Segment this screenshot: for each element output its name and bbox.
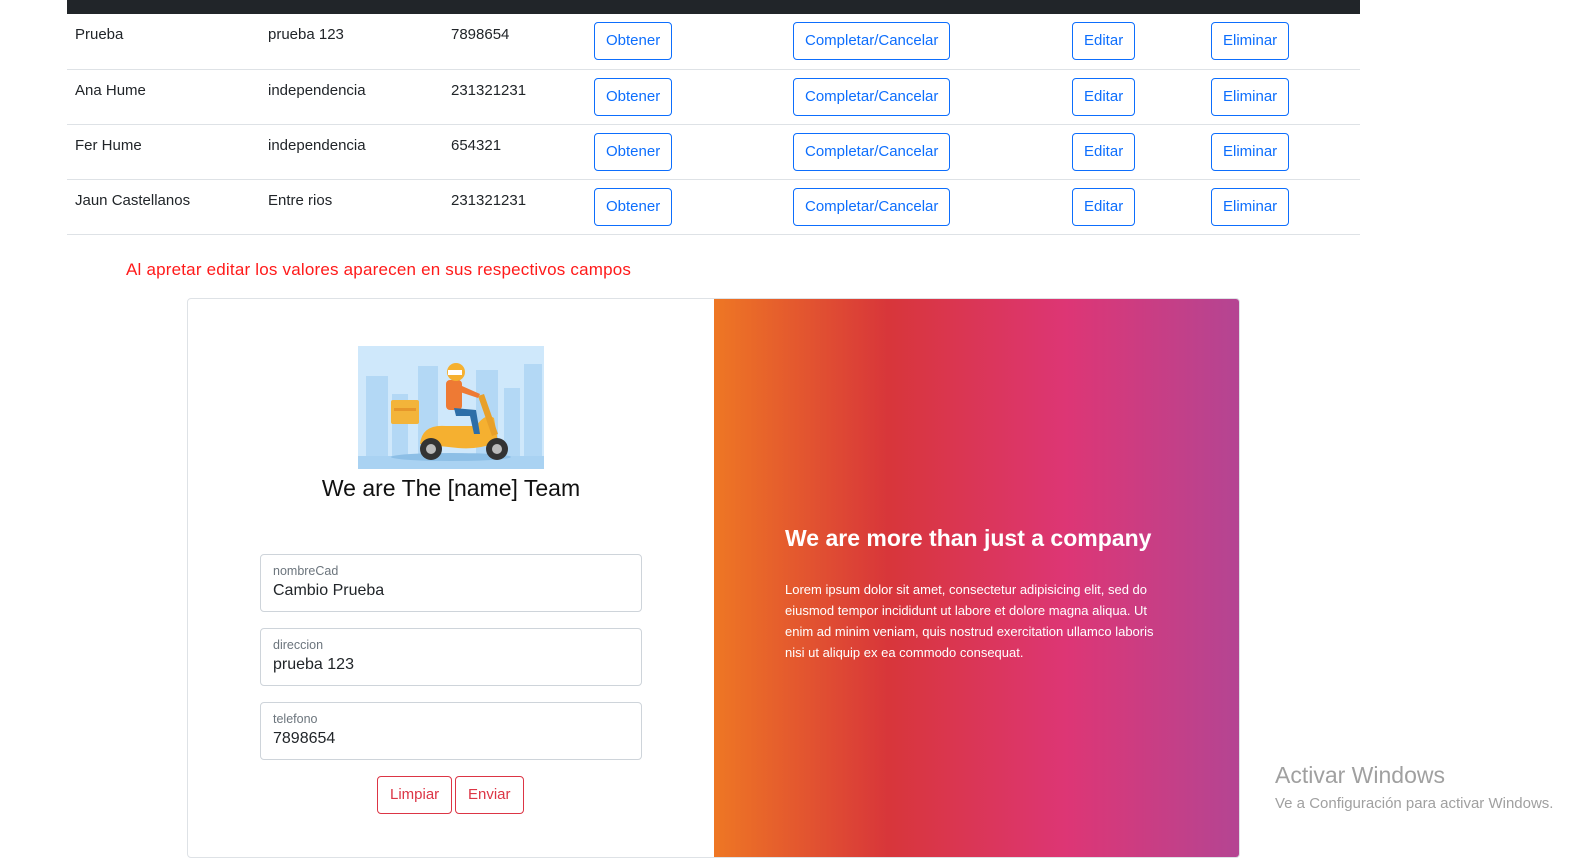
completar-cancelar-button[interactable]: Completar/Cancelar (793, 187, 951, 226)
windows-activation-watermark: Activar Windows Ve a Configuración para … (1275, 762, 1553, 812)
cell-direccion: independencia (268, 124, 451, 180)
editar-button[interactable]: Editar (1072, 132, 1136, 171)
company-description: Lorem ipsum dolor sit amet, consectetur … (785, 582, 1154, 660)
watermark-title: Activar Windows (1275, 762, 1445, 788)
cell-nombre: Jaun Castellanos (67, 179, 268, 235)
completar-cancelar-button[interactable]: Completar/Cancelar (793, 77, 951, 116)
company-heading: We are more than just a company (785, 525, 1152, 551)
cell-telefono: 654321 (451, 124, 594, 180)
edit-hint-note: Al apretar editar los valores aparecen e… (126, 260, 632, 279)
cell-telefono: 231321231 (451, 179, 594, 235)
table-row: Ana Hume independencia 231321231 Obtener… (67, 69, 1360, 125)
direccion-field[interactable]: direccion (260, 628, 642, 686)
cell-telefono: 7898654 (451, 14, 594, 70)
table-row: Jaun Castellanos Entre rios 231321231 Ob… (67, 179, 1360, 235)
watermark-subtitle: Ve a Configuración para activar Windows. (1275, 795, 1554, 812)
cell-direccion: Entre rios (268, 179, 451, 235)
telefono-field-label: telefono (273, 712, 318, 726)
cell-direccion: independencia (268, 69, 451, 125)
team-title: We are The [name] Team (321, 475, 581, 501)
direccion-input[interactable] (273, 656, 623, 674)
completar-cancelar-button[interactable]: Completar/Cancelar (793, 22, 951, 60)
telefono-input[interactable] (273, 730, 623, 748)
obtener-button[interactable]: Obtener (594, 22, 673, 60)
completar-cancelar-button[interactable]: Completar/Cancelar (793, 132, 951, 171)
nombre-field-label: nombreCad (273, 564, 339, 578)
order-card: We are The [name] Team nombreCad direcci… (187, 298, 1240, 858)
enviar-button[interactable]: Enviar (455, 776, 524, 814)
eliminar-button[interactable]: Eliminar (1211, 132, 1290, 171)
nombre-input[interactable] (273, 582, 623, 600)
orders-table: Prueba prueba 123 7898654 Obtener Comple… (67, 14, 1360, 235)
obtener-button[interactable]: Obtener (594, 187, 673, 226)
cell-telefono: 231321231 (451, 69, 594, 125)
cell-nombre: Fer Hume (67, 124, 268, 180)
table-header-bar (67, 0, 1360, 14)
table-row: Fer Hume independencia 654321 Obtener Co… (67, 124, 1360, 180)
telefono-field[interactable]: telefono (260, 702, 642, 760)
editar-button[interactable]: Editar (1072, 187, 1136, 226)
nombre-field[interactable]: nombreCad (260, 554, 642, 612)
obtener-button[interactable]: Obtener (594, 132, 673, 171)
order-form-panel: We are The [name] Team nombreCad direcci… (188, 299, 714, 857)
delivery-scooter-illustration (358, 346, 544, 469)
table-row: Prueba prueba 123 7898654 Obtener Comple… (67, 14, 1360, 70)
limpiar-button[interactable]: Limpiar (377, 776, 453, 814)
obtener-button[interactable]: Obtener (594, 77, 673, 116)
company-info-panel: We are more than just a company Lorem ip… (714, 299, 1239, 857)
cell-nombre: Ana Hume (67, 69, 268, 125)
cell-nombre: Prueba (67, 14, 268, 70)
eliminar-button[interactable]: Eliminar (1211, 187, 1290, 226)
editar-button[interactable]: Editar (1072, 22, 1136, 60)
direccion-field-label: direccion (273, 638, 324, 652)
editar-button[interactable]: Editar (1072, 77, 1136, 116)
eliminar-button[interactable]: Eliminar (1211, 22, 1290, 60)
eliminar-button[interactable]: Eliminar (1211, 77, 1290, 116)
cell-direccion: prueba 123 (268, 14, 451, 70)
